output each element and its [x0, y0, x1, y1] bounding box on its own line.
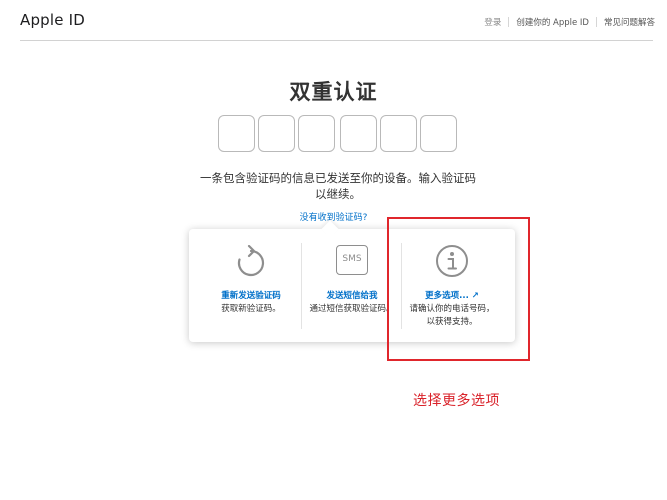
annotation-label: 选择更多选项 — [413, 393, 500, 409]
instruction-text: 一条包含验证码的信息已发送至你的设备。输入验证码以继续。 — [200, 171, 476, 201]
code-digit-3[interactable] — [298, 115, 335, 152]
sms-icon: SMS — [336, 245, 368, 275]
highlight-box — [387, 217, 530, 361]
no-code-link[interactable]: 没有收到验证码? — [0, 210, 667, 223]
verification-code-input — [218, 115, 458, 152]
code-digit-6[interactable] — [420, 115, 457, 152]
top-nav: 登录 创建你的 Apple ID 常见问题解答 — [484, 16, 655, 28]
header: Apple ID 登录 创建你的 Apple ID 常见问题解答 — [0, 0, 667, 40]
code-digit-5[interactable] — [380, 115, 417, 152]
resend-code-title: 重新发送验证码 — [221, 291, 281, 301]
header-divider — [20, 40, 653, 41]
option-resend-code[interactable]: 重新发送验证码 获取新验证码。 — [197, 229, 305, 342]
create-apple-id-link[interactable]: 创建你的 Apple ID — [516, 16, 589, 28]
resend-code-desc: 获取新验证码。 — [221, 304, 281, 314]
faq-link[interactable]: 常见问题解答 — [604, 16, 655, 28]
nav-separator — [595, 17, 597, 27]
nav-separator — [508, 17, 510, 27]
code-digit-2[interactable] — [258, 115, 295, 152]
send-sms-desc: 通过短信获取验证码。 — [309, 304, 395, 314]
brand-title: Apple ID — [20, 11, 86, 29]
sign-in-link[interactable]: 登录 — [484, 16, 501, 28]
refresh-icon — [237, 245, 265, 277]
code-digit-4[interactable] — [340, 115, 377, 152]
code-digit-1[interactable] — [218, 115, 255, 152]
page-title: 双重认证 — [289, 80, 378, 104]
